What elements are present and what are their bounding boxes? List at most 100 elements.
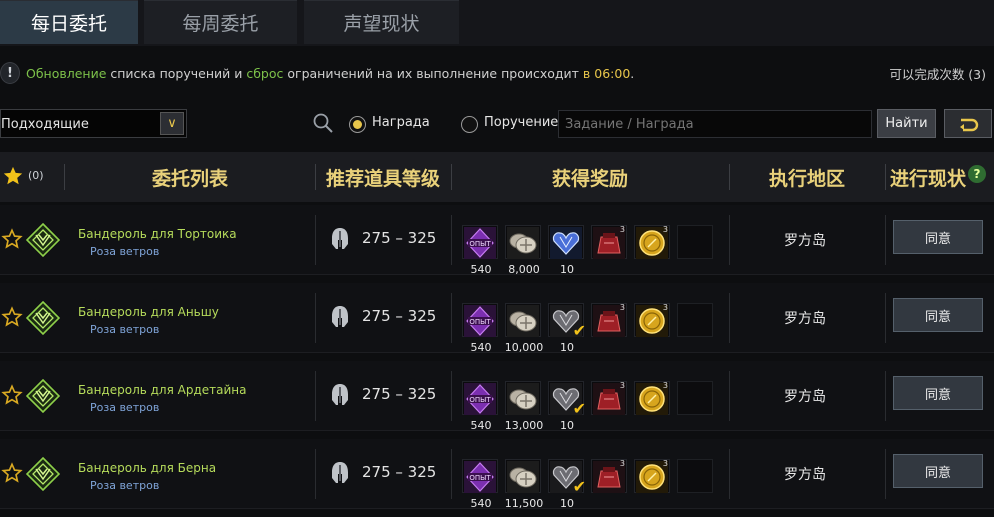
reward-quantity: 10 <box>560 497 574 510</box>
reward-stack-count: 3 <box>662 381 668 390</box>
quest-region: Роза ветров <box>90 401 160 414</box>
reward-slot[interactable]: 11,500 <box>505 459 543 510</box>
reward-slot[interactable]: 13,000 <box>505 381 543 432</box>
tab-weekly[interactable]: 每周委托 <box>144 0 297 44</box>
star-filled-icon[interactable] <box>2 165 24 187</box>
reward-slot[interactable]: 3 <box>591 303 627 337</box>
table-row: Бандероль для Аньшу Роза ветров 275 – 32… <box>0 283 994 354</box>
reset-button[interactable] <box>944 109 992 138</box>
reward-slot[interactable]: 3 <box>634 381 670 415</box>
tab-reputation[interactable]: 声望现状 <box>304 0 459 44</box>
reward-slot[interactable]: 3 <box>634 459 670 493</box>
item-level-range: 275 – 325 <box>362 385 437 403</box>
reward-quantity: 10 <box>560 263 574 276</box>
reward-stack-count: 3 <box>619 381 625 390</box>
filter-bar: Подходящие ∨ Награда Поручение Найти <box>0 108 994 142</box>
reward-slot[interactable]: 3 <box>634 303 670 337</box>
reward-quantity: 540 <box>470 497 492 510</box>
search-input[interactable] <box>558 110 872 138</box>
quest-emblem-icon <box>26 379 60 413</box>
radio-reward-label: Награда <box>372 115 430 130</box>
reward-stack-count: 3 <box>662 225 668 234</box>
empty-reward-slot <box>677 225 713 259</box>
reward-slot[interactable]: 3 <box>591 225 627 259</box>
column-header-level: 推荐道具等级 <box>325 167 440 190</box>
reward-slot[interactable]: 10 <box>548 225 584 276</box>
reward-quantity: 13,000 <box>504 419 544 432</box>
quest-title[interactable]: Бандероль для Тортоика <box>78 227 237 241</box>
reward-slot[interactable]: ОПЫТ 540 <box>462 225 498 276</box>
reward-slot[interactable]: 8,000 <box>505 225 541 276</box>
divider <box>729 371 730 421</box>
help-icon[interactable]: ? <box>968 165 986 183</box>
star-outline-icon[interactable] <box>1 462 23 484</box>
divider <box>451 371 452 421</box>
quest-title[interactable]: Бандероль для Аньшу <box>78 305 219 319</box>
reward-slot[interactable]: 10,000 <box>505 303 543 354</box>
reward-slot[interactable]: ОПЫТ 540 <box>462 381 498 432</box>
helmet-icon <box>332 462 348 483</box>
divider <box>729 215 730 265</box>
quest-title[interactable]: Бандероль для Ардетайна <box>78 383 246 397</box>
chevron-down-icon[interactable]: ∨ <box>160 112 184 135</box>
reward-slot[interactable]: ОПЫТ 540 <box>462 459 498 510</box>
find-button[interactable]: Найти <box>877 109 936 138</box>
reward-stack-count: 3 <box>619 225 625 234</box>
reward-slot[interactable]: 10 ✔ <box>548 303 586 354</box>
divider <box>451 449 452 499</box>
execution-area: 罗方岛 <box>784 311 826 327</box>
table-row: Бандероль для Берна Роза ветров 275 – 32… <box>0 439 994 510</box>
svg-text:ОПЫТ: ОПЫТ <box>469 240 491 248</box>
star-outline-icon[interactable] <box>1 306 23 328</box>
quest-title[interactable]: Бандероль для Берна <box>78 461 216 475</box>
divider <box>885 449 886 499</box>
quest-emblem-icon <box>26 457 60 491</box>
svg-text:ОПЫТ: ОПЫТ <box>469 318 491 326</box>
column-header-rewards: 获得奖励 <box>551 167 628 190</box>
radio-task-label: Поручение <box>484 115 559 130</box>
divider <box>451 293 452 343</box>
table-header: (0) 委托列表 推荐道具等级 获得奖励 执行地区 进行现状 <box>0 152 994 202</box>
helmet-icon <box>332 306 348 327</box>
column-header-area: 执行地区 <box>768 167 845 190</box>
column-header-status: 进行现状 <box>890 167 967 190</box>
accept-button[interactable]: 同意 <box>893 298 983 332</box>
accept-button[interactable]: 同意 <box>893 376 983 410</box>
reward-slot[interactable]: 3 <box>591 381 627 415</box>
divider <box>315 293 316 343</box>
accept-button[interactable]: 同意 <box>893 454 983 488</box>
star-outline-icon[interactable] <box>1 384 23 406</box>
favorites-count: (0) <box>28 169 44 182</box>
reward-slot[interactable]: 10 ✔ <box>548 381 586 432</box>
star-outline-icon[interactable] <box>1 228 23 250</box>
quest-emblem-icon <box>26 223 60 257</box>
accept-button[interactable]: 同意 <box>893 220 983 254</box>
reward-stack-count: 3 <box>662 459 668 468</box>
reward-quantity: 540 <box>470 263 492 276</box>
checkmark-icon: ✔ <box>572 477 586 496</box>
divider <box>315 449 316 499</box>
reward-slot[interactable]: ОПЫТ 540 <box>462 303 498 354</box>
tab-daily[interactable]: 每日委托 <box>0 0 138 44</box>
execution-area: 罗方岛 <box>784 467 826 483</box>
reward-slot[interactable]: 3 <box>591 459 627 493</box>
search-icon[interactable] <box>312 112 334 134</box>
checkmark-icon: ✔ <box>572 399 586 418</box>
filter-select[interactable]: Подходящие ∨ <box>0 109 187 138</box>
radio-reward[interactable] <box>349 116 366 133</box>
divider <box>885 371 886 421</box>
divider <box>64 164 65 190</box>
radio-task[interactable] <box>461 116 478 133</box>
svg-text:ОПЫТ: ОПЫТ <box>469 474 491 482</box>
notice-text: Обновление списка поручений и сброс огра… <box>26 66 635 81</box>
reward-slot[interactable]: 10 ✔ <box>548 459 586 510</box>
item-level-range: 275 – 325 <box>362 463 437 481</box>
item-level-range: 275 – 325 <box>362 307 437 325</box>
divider <box>729 293 730 343</box>
reward-quantity: 10 <box>560 341 574 354</box>
checkmark-icon: ✔ <box>572 321 586 340</box>
reward-slot[interactable]: 3 <box>634 225 670 259</box>
execution-area: 罗方岛 <box>784 233 826 249</box>
empty-reward-slot <box>677 381 713 415</box>
reward-stack-count: 3 <box>619 303 625 312</box>
